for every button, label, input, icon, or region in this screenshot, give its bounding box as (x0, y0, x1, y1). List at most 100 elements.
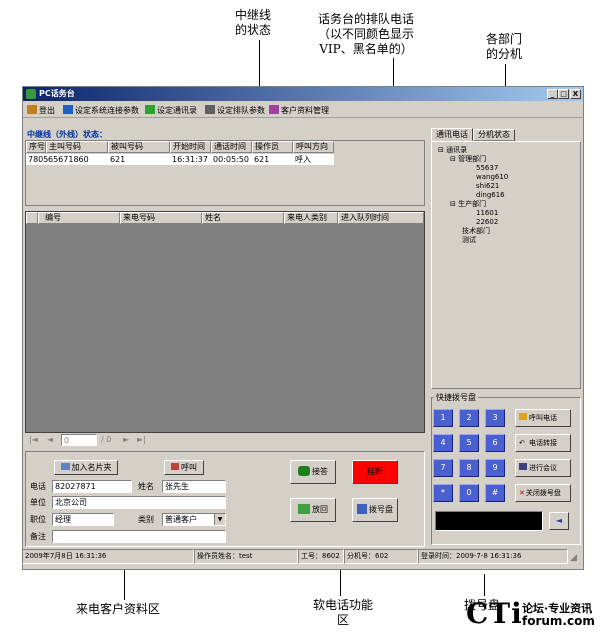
first-page-icon[interactable]: |◄ (29, 435, 38, 444)
leader-line (484, 574, 485, 596)
menu-label: 设定排队参数 (217, 106, 265, 115)
tab-contacts[interactable]: 通讯电话 (431, 128, 473, 141)
dial-key[interactable]: 6 (485, 434, 505, 452)
annotation-extensions: 各部门 的分机 (486, 32, 522, 62)
queue-grid[interactable]: 编号 来电号码 姓名 来电人类别 进入队列时间 (25, 211, 425, 433)
dial-key[interactable]: 1 (433, 409, 453, 427)
caller-info-panel: 加入名片夹 呼叫 电话 82027871 姓名 张先生 单位 北京公司 职位 经… (25, 451, 425, 547)
chevron-down-icon[interactable]: ▼ (214, 514, 225, 525)
trunk-col-header[interactable]: 开始时间 (170, 141, 211, 153)
dial-key[interactable]: 2 (459, 409, 479, 427)
minimize-button[interactable]: _ (547, 89, 558, 99)
tree-leaf[interactable]: 55637 (476, 164, 498, 173)
dial-key[interactable]: 5 (459, 434, 479, 452)
tree-leaf[interactable]: ding616 (476, 191, 505, 200)
status-extension: 分机号：602 (344, 549, 418, 564)
name-field[interactable]: 张先生 (162, 480, 226, 493)
phone-field[interactable]: 82027871 (52, 480, 132, 493)
close-dialpad-button[interactable]: ✕关闭拨号盘 (515, 484, 571, 502)
trunk-cell: 65671860 (48, 155, 89, 164)
menu-addressbook[interactable]: 设定通讯录 (145, 105, 197, 117)
collapse-icon[interactable]: ⊟ (438, 146, 446, 154)
annotation-caller-info: 来电客户资料区 (76, 602, 161, 616)
resize-grip-icon[interactable]: ◢ (570, 552, 582, 564)
dial-key[interactable]: 8 (459, 459, 479, 477)
status-operator: 操作员姓名：test (194, 549, 298, 564)
table-row[interactable]: 7805 65671860 621 16:31:37 00:05:50 621 … (26, 154, 334, 165)
menu-customer-data[interactable]: 客户资料管理 (269, 105, 329, 117)
menu-queue-params[interactable]: 设定排队参数 (205, 105, 265, 117)
name-label: 姓名 (138, 482, 154, 491)
tree-leaf[interactable]: 22602 (476, 218, 498, 227)
tab-extension-status[interactable]: 分机状态 (473, 129, 515, 141)
tree-label: 通讯录 (446, 146, 468, 154)
title-field[interactable]: 经理 (52, 513, 114, 526)
collapse-icon[interactable]: ⊟ (450, 155, 458, 163)
type-select[interactable]: 普通客户 ▼ (162, 513, 226, 526)
watermark: CTi 论坛·专业资讯 forum.com (466, 598, 606, 632)
menu-logout[interactable]: 登出 (27, 105, 55, 117)
tree-group[interactable]: ⊟ 管理部门 (450, 155, 486, 164)
add-card-button[interactable]: 加入名片夹 (54, 460, 118, 475)
dial-key[interactable]: 4 (433, 434, 453, 452)
hangup-button[interactable]: 挂断 (352, 460, 398, 484)
dial-key[interactable]: * (433, 484, 453, 502)
trunk-col-header[interactable]: 序号 (26, 141, 46, 153)
menu-label: 登出 (39, 106, 55, 115)
trunk-col-header[interactable]: 通话时间 (211, 141, 252, 153)
tree-leaf[interactable]: wang610 (476, 173, 508, 182)
company-field[interactable]: 北京公司 (52, 496, 226, 509)
pager: |◄ ◄ 0 / 0 ► ►| (27, 434, 167, 447)
conference-button[interactable]: 进行会议 (515, 459, 571, 477)
close-button[interactable]: X (570, 89, 581, 99)
tree-group[interactable]: 测试 (462, 236, 476, 245)
backspace-button[interactable]: ◄ (549, 512, 569, 530)
tree-leaf[interactable]: 11601 (476, 209, 498, 218)
last-page-icon[interactable]: ►| (137, 435, 146, 444)
queue-col-header[interactable]: 姓名 (202, 212, 284, 224)
tree-root[interactable]: ⊟ 通讯录 (438, 146, 467, 155)
trunk-col-header[interactable]: 被叫号码 (108, 141, 170, 153)
transfer-button[interactable]: ↶ 电话转接 (515, 434, 571, 452)
trunk-col-header[interactable]: 主叫号码 (46, 141, 108, 153)
trunk-col-header[interactable]: 呼叫方向 (293, 141, 334, 153)
trunk-col-header[interactable]: 操作员 (252, 141, 293, 153)
queue-col-header[interactable]: 来电号码 (120, 212, 202, 224)
dial-key[interactable]: 3 (485, 409, 505, 427)
queue-col-header[interactable]: 编号 (38, 212, 120, 224)
company-label: 单位 (30, 498, 46, 507)
dialpad-button[interactable]: 拨号盘 (352, 498, 398, 522)
note-field[interactable] (52, 530, 226, 543)
dial-key[interactable]: 7 (433, 459, 453, 477)
trunk-cell: 621 (254, 155, 270, 164)
answer-button[interactable]: 接答 (290, 460, 336, 484)
tree-group[interactable]: ⊟ 生产部门 (450, 200, 486, 209)
maximize-button[interactable]: □ (558, 89, 569, 99)
dial-key[interactable]: # (485, 484, 505, 502)
type-label: 类别 (138, 515, 154, 524)
call-button[interactable]: 呼叫 (164, 460, 204, 475)
menu-label: 客户资料管理 (281, 106, 329, 115)
playback-button[interactable]: 放回 (290, 498, 336, 522)
dial-key[interactable]: 9 (485, 459, 505, 477)
tree-group[interactable]: 技术部门 (462, 227, 490, 236)
dial-call-button[interactable]: 呼叫电话 (515, 409, 571, 427)
page-input[interactable]: 0 (61, 434, 97, 446)
status-job-no: 工号：8602 (298, 549, 344, 564)
extension-tree: ⊟ 通讯录 ⊟ 管理部门 55637 wang610 shi621 ding61… (431, 141, 581, 389)
menu-label: 设定通讯录 (157, 106, 197, 115)
menu-system-params[interactable]: 设定系统连接参数 (63, 105, 139, 117)
phone-label: 电话 (30, 482, 46, 491)
prev-page-icon[interactable]: ◄ (47, 435, 53, 444)
dial-key[interactable]: 0 (459, 484, 479, 502)
tree-leaf[interactable]: shi621 (476, 182, 499, 191)
queue-col-header[interactable]: 来电人类别 (284, 212, 338, 224)
phone-answer-icon (298, 466, 310, 476)
tab-strip: 通讯电话 分机状态 (431, 128, 581, 141)
dial-display[interactable] (435, 511, 543, 531)
watermark-brand: CTi (466, 597, 523, 630)
page-total: / 0 (101, 435, 112, 444)
queue-col-header[interactable]: 进入队列时间 (338, 212, 424, 224)
collapse-icon[interactable]: ⊟ (450, 200, 458, 208)
next-page-icon[interactable]: ► (123, 435, 129, 444)
